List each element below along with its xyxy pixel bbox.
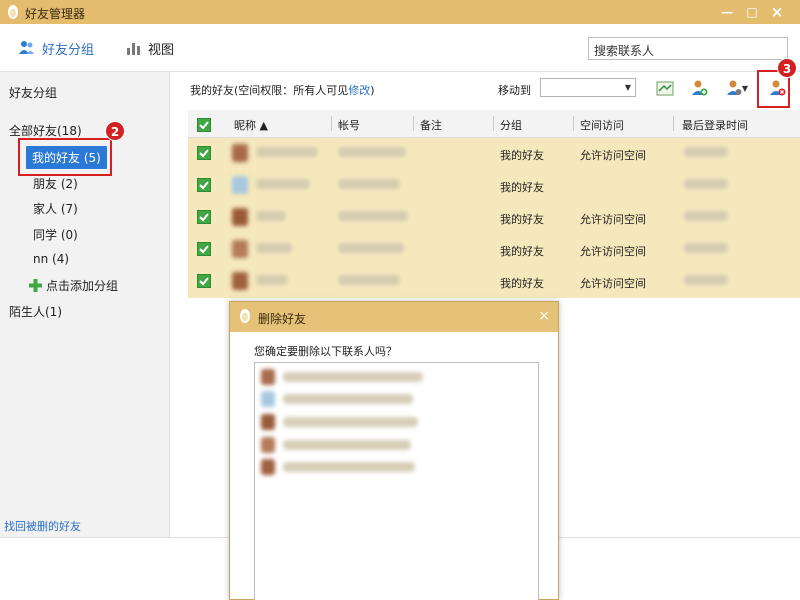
groups-tab-label: 好友分组 (42, 42, 95, 58)
row-space-access: 允许访问空间 (580, 149, 646, 162)
row-group: 我的好友 (500, 277, 544, 290)
avatar (232, 176, 248, 194)
chevron-down-icon: ▼ (624, 83, 631, 92)
table-row[interactable]: 我的好友 允许访问空间 (188, 234, 800, 266)
search-input[interactable]: 搜索联系人 (588, 37, 788, 60)
callout-highlight-my-friends (18, 138, 112, 176)
add-user-icon (692, 80, 708, 96)
row-checkbox[interactable] (197, 210, 211, 224)
window-title: 好友管理器 (25, 7, 86, 21)
avatar (232, 272, 248, 290)
sidebar-item-classmates[interactable]: 同学 (0) (33, 226, 78, 243)
row-group: 我的好友 (500, 213, 544, 226)
callout-number-2: 2 (105, 121, 125, 141)
sidebar-item-friends[interactable]: 朋友 (2) (33, 175, 78, 192)
column-header-last-login[interactable]: 最后登录时间 (682, 117, 748, 133)
avatar (261, 414, 275, 430)
checkmark-icon (199, 213, 209, 222)
checkmark-icon (199, 121, 209, 130)
dialog-title-bar: 删除好友 × (230, 302, 558, 332)
view-tab[interactable]: 视图 (126, 38, 174, 58)
table-row[interactable]: 我的好友 允许访问空间 (188, 138, 800, 170)
avatar (232, 144, 248, 162)
list-item (261, 391, 413, 407)
sidebar-item-nn[interactable]: nn (4) (33, 252, 69, 266)
sidebar-item-all-friends[interactable]: 全部好友(18) (9, 122, 82, 139)
dialog-close-button[interactable]: × (538, 308, 550, 324)
send-message-button[interactable] (654, 78, 676, 98)
manage-friend-dropdown-button[interactable]: ▼ (723, 78, 751, 98)
row-checkbox[interactable] (197, 274, 211, 288)
title-bar: 好友管理器 — □ × (0, 0, 800, 24)
view-tab-label: 视图 (148, 42, 175, 58)
contacts-to-delete-list (254, 362, 539, 600)
minimize-button[interactable]: — (718, 3, 736, 21)
recover-deleted-friends-link[interactable]: 找回被删的好友 (4, 518, 81, 534)
space-permission-text: 我的好友(空间权限：所有人可见修改) (190, 82, 375, 98)
callout-number-3: 3 (777, 58, 797, 78)
bar-chart-icon (127, 43, 140, 55)
chevron-down-icon: ▼ (741, 83, 749, 93)
qq-penguin-icon (240, 309, 250, 323)
row-group: 我的好友 (500, 245, 544, 258)
row-checkbox[interactable] (197, 146, 211, 160)
plus-icon (29, 279, 42, 292)
checkmark-icon (199, 149, 209, 158)
row-space-access: 允许访问空间 (580, 213, 646, 226)
list-item (261, 459, 415, 475)
row-checkbox[interactable] (197, 178, 211, 192)
sidebar-item-family[interactable]: 家人 (7) (33, 200, 78, 217)
avatar (261, 437, 275, 453)
move-to-dropdown[interactable]: ▼ (540, 78, 636, 97)
table-row[interactable]: 我的好友 (188, 170, 800, 202)
column-header-remark[interactable]: 备注 (420, 117, 442, 133)
avatar (261, 391, 275, 407)
group-users-icon (19, 41, 34, 54)
sidebar-heading: 好友分组 (9, 86, 58, 100)
avatar (261, 459, 275, 475)
move-to-label: 移动到 (498, 84, 531, 97)
avatar (232, 240, 248, 258)
table-row[interactable]: 我的好友 允许访问空间 (188, 266, 800, 298)
row-group: 我的好友 (500, 181, 544, 194)
table-row[interactable]: 我的好友 允许访问空间 (188, 202, 800, 234)
add-group-label: 点击添加分组 (46, 279, 119, 293)
column-header-nickname[interactable]: 昵称 ▲ (234, 117, 268, 133)
groups-tab[interactable]: 好友分组 (18, 38, 94, 58)
select-all-checkbox[interactable] (197, 118, 211, 132)
list-item (261, 369, 423, 385)
qq-penguin-icon (8, 5, 18, 19)
column-header-account[interactable]: 帐号 (338, 117, 360, 133)
maximize-button[interactable]: □ (743, 3, 761, 21)
list-item (261, 414, 418, 430)
add-group-button[interactable]: 点击添加分组 (29, 277, 118, 294)
modify-permission-link[interactable]: 修改 (348, 84, 370, 97)
friends-table: 昵称 ▲ 帐号 备注 分组 空间访问 最后登录时间 我的好友 允许访问空间 我的… (188, 110, 800, 298)
dialog-question: 您确定要删除以下联系人吗？ (254, 345, 397, 358)
table-header: 昵称 ▲ 帐号 备注 分组 空间访问 最后登录时间 (188, 110, 800, 138)
checkmark-icon (199, 245, 209, 254)
permission-suffix: ) (370, 84, 375, 97)
message-card-icon (656, 81, 674, 95)
row-group: 我的好友 (500, 149, 544, 162)
user-settings-icon (726, 80, 742, 95)
column-header-group[interactable]: 分组 (500, 117, 522, 133)
checkmark-icon (199, 277, 209, 286)
checkmark-icon (199, 181, 209, 190)
permission-prefix: 我的好友(空间权限：所有人可见 (190, 84, 349, 97)
delete-friend-dialog: 删除好友 × 您确定要删除以下联系人吗？ (229, 301, 559, 600)
list-item (261, 437, 411, 453)
row-checkbox[interactable] (197, 242, 211, 256)
sidebar-item-strangers[interactable]: 陌生人(1) (9, 303, 62, 320)
dialog-title: 删除好友 (258, 312, 307, 326)
toolbar: 好友分组 视图 搜索联系人 (0, 24, 800, 72)
column-header-space-access[interactable]: 空间访问 (580, 117, 624, 133)
add-friend-button[interactable] (688, 78, 710, 98)
avatar (261, 369, 275, 385)
close-button[interactable]: × (768, 3, 786, 21)
row-space-access: 允许访问空间 (580, 245, 646, 258)
row-space-access: 允许访问空间 (580, 277, 646, 290)
avatar (232, 208, 248, 226)
